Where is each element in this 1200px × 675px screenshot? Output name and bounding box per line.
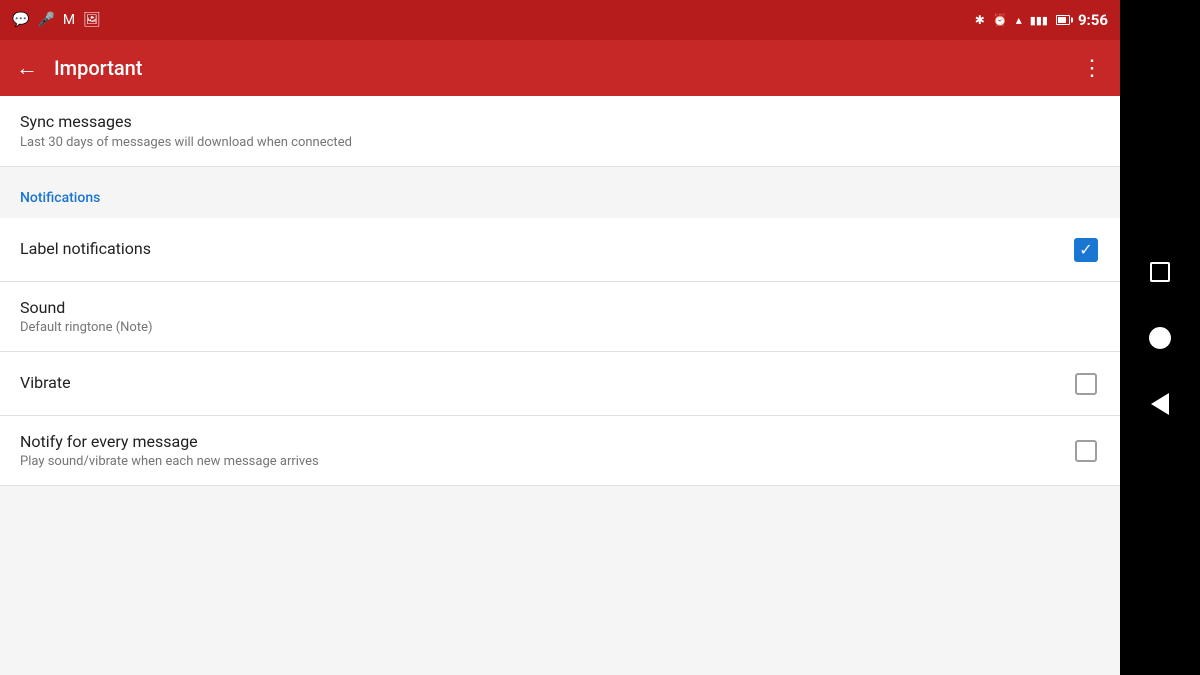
app-bar: ← Important ⋮ [0, 40, 1120, 96]
notify-every-message-content: Notify for every message Play sound/vibr… [20, 432, 1072, 469]
notify-every-message-checkbox[interactable] [1072, 437, 1100, 465]
home-icon [1149, 327, 1171, 349]
notifications-header-text: Notifications [20, 190, 100, 206]
sound-row[interactable]: Sound Default ringtone (Note) [0, 282, 1120, 352]
notify-every-message-title: Notify for every message [20, 432, 1072, 451]
vibrate-title: Vibrate [20, 373, 1072, 392]
settings-content: Sync messages Last 30 days of messages w… [0, 96, 1120, 675]
notifications-section-header: Notifications [0, 167, 1120, 218]
recent-apps-icon [1150, 262, 1170, 282]
sync-messages-subtitle: Last 30 days of messages will download w… [20, 135, 1100, 150]
status-bar: 💬 🎤 M 🖼 ✱ ⏰ ▴ ▮▮▮ 9:56 [0, 0, 1120, 40]
home-button[interactable] [1142, 320, 1178, 356]
alarm-icon: ⏰ [993, 13, 1008, 27]
wifi-icon: ▴ [1016, 13, 1022, 27]
notify-every-message-subtitle: Play sound/vibrate when each new message… [20, 454, 1072, 469]
image-icon: 🖼 [83, 12, 101, 28]
sync-messages-item[interactable]: Sync messages Last 30 days of messages w… [0, 96, 1120, 167]
status-bar-left: 💬 🎤 M 🖼 [12, 12, 101, 28]
gmail-icon: M [63, 12, 75, 28]
status-bar-right: ✱ ⏰ ▴ ▮▮▮ 9:56 [975, 11, 1108, 29]
battery-icon [1056, 15, 1070, 25]
more-options-button[interactable]: ⋮ [1081, 56, 1104, 81]
recent-apps-button[interactable] [1142, 254, 1178, 290]
checkbox-checked-icon[interactable]: ✓ [1074, 238, 1098, 262]
label-notifications-title: Label notifications [20, 239, 1072, 258]
vibrate-row[interactable]: Vibrate [0, 352, 1120, 416]
bluetooth-icon: ✱ [975, 13, 985, 27]
label-notifications-checkbox[interactable]: ✓ [1072, 236, 1100, 264]
sound-subtitle: Default ringtone (Note) [20, 320, 1100, 335]
checkbox-unchecked-icon[interactable] [1075, 373, 1097, 395]
sync-messages-title: Sync messages [20, 112, 1100, 131]
sound-content: Sound Default ringtone (Note) [20, 298, 1100, 335]
back-nav-button[interactable] [1142, 386, 1178, 422]
back-button[interactable]: ← [16, 55, 38, 81]
back-nav-icon [1151, 393, 1169, 415]
vibrate-content: Vibrate [20, 373, 1072, 395]
checkbox-unchecked-icon-2[interactable] [1075, 440, 1097, 462]
time-display: 9:56 [1078, 11, 1108, 29]
nav-bar [1120, 0, 1200, 675]
tune-icon: 🎤 [37, 12, 54, 28]
signal-icon: ▮▮▮ [1030, 14, 1048, 27]
message-icon: 💬 [12, 12, 29, 28]
label-notifications-row[interactable]: Label notifications ✓ [0, 218, 1120, 282]
label-notifications-content: Label notifications [20, 239, 1072, 261]
sound-title: Sound [20, 298, 1100, 317]
app-bar-title: Important [54, 56, 142, 80]
notify-every-message-row[interactable]: Notify for every message Play sound/vibr… [0, 416, 1120, 486]
vibrate-checkbox[interactable] [1072, 370, 1100, 398]
app-bar-left: ← Important [16, 55, 142, 81]
